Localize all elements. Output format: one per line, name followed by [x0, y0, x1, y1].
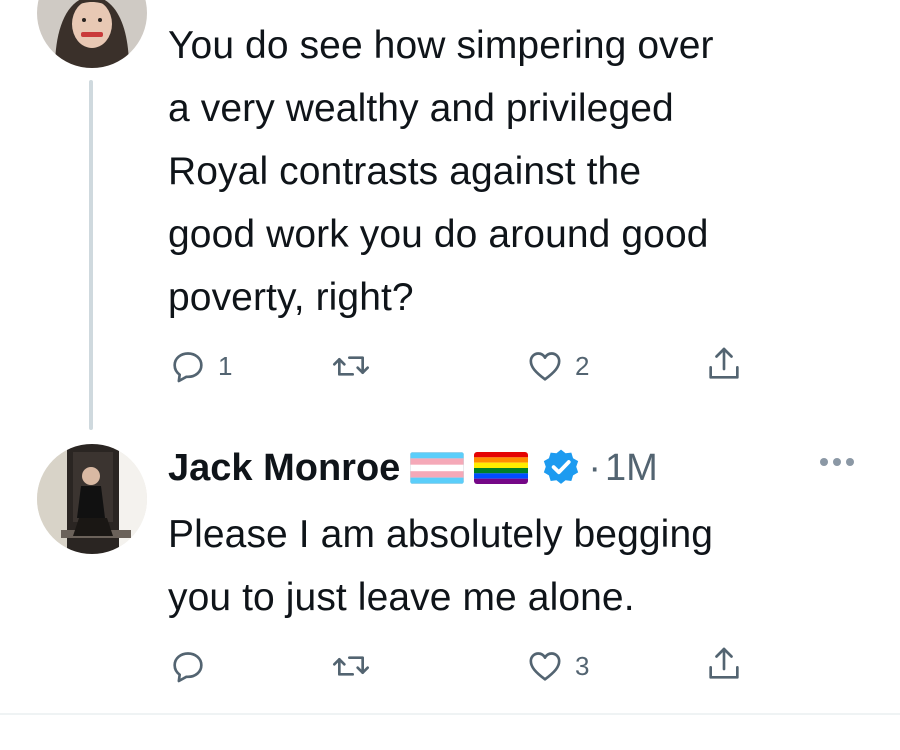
verified-badge-icon	[540, 447, 582, 489]
share-icon	[709, 647, 739, 679]
tweet1-line: a very wealthy and privileged	[168, 87, 674, 130]
heart-icon	[529, 652, 561, 681]
tweet2-retweet-button[interactable]	[330, 646, 382, 686]
heart-icon	[529, 352, 561, 381]
avatar-jack-monroe[interactable]	[37, 444, 147, 554]
tweet1-line: good work you do around good	[168, 213, 709, 256]
reply-icon	[173, 652, 203, 683]
tweet1-line: Royal contrasts against the	[168, 150, 642, 193]
retweet-icon	[333, 656, 369, 676]
tweet-divider	[0, 713, 900, 715]
more-icon-dot	[846, 458, 854, 466]
tweet1-body: You do see how simpering over a very wea…	[168, 14, 714, 329]
tweet2-header: Jack Monroe · 1M	[168, 446, 658, 490]
tweet1-reply-button[interactable]: 1	[168, 346, 232, 386]
reply-icon	[173, 352, 203, 383]
author-name[interactable]: Jack Monroe	[168, 447, 400, 490]
tweet1-like-count: 2	[575, 350, 590, 381]
tweet2-line: Please I am absolutely begging	[168, 513, 714, 556]
tweet1-share-button[interactable]	[704, 343, 744, 385]
tweet2-line: you to just leave me alone.	[168, 576, 635, 619]
tweet1-retweet-button[interactable]	[330, 346, 382, 386]
share-icon	[709, 347, 739, 379]
more-options-button[interactable]	[820, 452, 864, 472]
tweet2-share-button[interactable]	[704, 643, 744, 685]
tweet1-reply-count: 1	[218, 350, 233, 381]
rainbow-flag-icon	[474, 452, 529, 484]
tweet-timestamp[interactable]: 1M	[605, 447, 658, 490]
avatar-tweet1[interactable]	[37, 0, 147, 68]
more-icon-dot	[820, 458, 828, 466]
tweet2-reply-button[interactable]	[168, 646, 218, 686]
thread-connector-line	[89, 80, 93, 430]
header-separator: ·	[588, 446, 601, 489]
tweet1-like-button[interactable]: 2	[525, 346, 589, 386]
transgender-flag-icon	[410, 452, 465, 484]
retweet-icon	[333, 356, 369, 376]
tweet1-line: You do see how simpering over	[168, 24, 714, 67]
more-icon-dot	[833, 458, 841, 466]
tweet2-body: Please I am absolutely begging you to ju…	[168, 503, 713, 629]
tweet2-like-button[interactable]: 3	[525, 646, 589, 686]
tweet2-like-count: 3	[575, 650, 590, 681]
tweet1-line: poverty, right?	[168, 276, 414, 319]
